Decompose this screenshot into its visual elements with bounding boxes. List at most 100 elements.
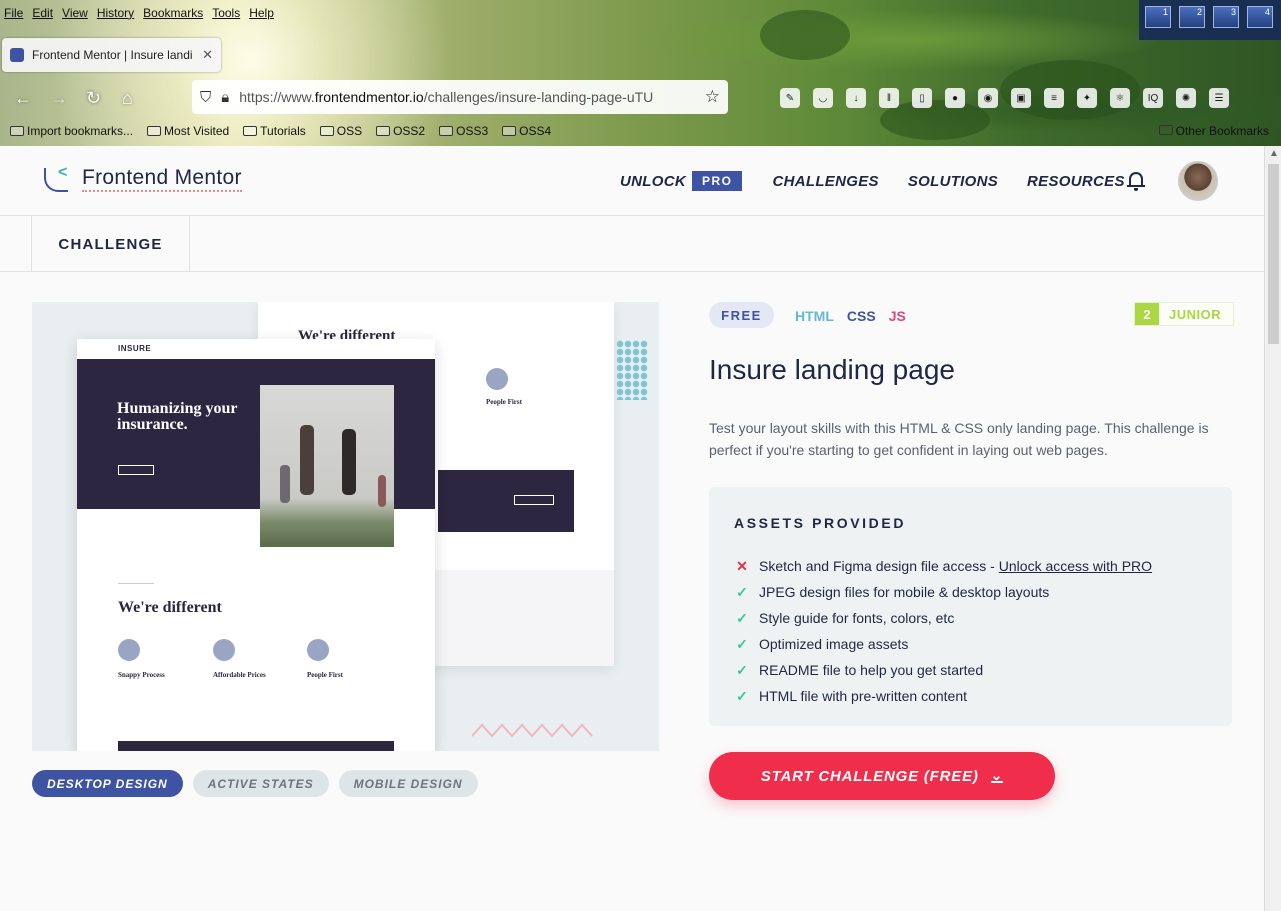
menu-bookmarks[interactable]: Bookmarks xyxy=(143,6,203,20)
react-icon[interactable]: ⚛ xyxy=(1110,88,1130,108)
notes-icon[interactable]: ≡ xyxy=(1044,88,1064,108)
tab-challenge[interactable]: CHALLENGE xyxy=(31,216,190,272)
menu-edit[interactable]: Edit xyxy=(32,6,53,20)
nav-resources[interactable]: RESOURCES xyxy=(1027,173,1125,190)
start-challenge-button[interactable]: START CHALLENGE (FREE) ⌄ xyxy=(709,752,1055,800)
menu-history[interactable]: History xyxy=(97,6,134,20)
preview-front-bottom-band xyxy=(118,741,394,751)
scrollbar-thumb[interactable] xyxy=(1268,164,1279,344)
scroll-up-icon[interactable]: ▲ xyxy=(1269,148,1279,159)
url-text[interactable]: https://www.frontendmentor.io/challenges… xyxy=(239,89,697,105)
site-logo[interactable]: < Frontend Mentor xyxy=(44,164,242,194)
feature-label: Affordable Prices xyxy=(213,671,266,679)
nav-solutions[interactable]: SOLUTIONS xyxy=(908,173,998,190)
lock-icon[interactable]: 🔒︎ xyxy=(221,89,229,106)
check-icon: ✓ xyxy=(736,687,748,704)
list-item: ✓ JPEG design files for mobile & desktop… xyxy=(734,579,1152,605)
start-challenge-label: START CHALLENGE (FREE) xyxy=(760,767,979,785)
menu-file[interactable]: File xyxy=(4,6,23,20)
bookmark-tutorials[interactable]: Tutorials xyxy=(243,124,306,138)
menu-view[interactable]: View xyxy=(62,6,88,20)
other-bookmarks[interactable]: Other Bookmarks xyxy=(1158,124,1269,138)
desktop-4-icon[interactable]: 4 xyxy=(1247,6,1273,28)
preview-front-heading: We're different xyxy=(118,599,222,616)
avatar[interactable] xyxy=(1178,161,1218,201)
bookmark-most-visited[interactable]: Most Visited xyxy=(147,124,229,138)
tag-mobile-design[interactable]: MOBILE DESIGN xyxy=(338,770,478,797)
unlock-pro-link[interactable]: Unlock access with PRO xyxy=(999,558,1152,574)
download-icon[interactable]: ↓ xyxy=(846,88,866,108)
reload-icon[interactable]: ↻ xyxy=(86,88,101,109)
asset-text: Optimized image assets xyxy=(759,636,909,652)
nav-challenges[interactable]: CHALLENGES xyxy=(772,173,878,190)
browser-tab[interactable]: Frontend Mentor | Insure landi ✕ xyxy=(2,38,221,72)
twd-icon[interactable]: ● xyxy=(945,88,965,108)
color-icon[interactable]: ✺ xyxy=(1176,88,1196,108)
pocket-icon[interactable]: ◡ xyxy=(813,88,833,108)
lightning-icon xyxy=(118,639,140,661)
bookmark-oss3[interactable]: OSS3 xyxy=(439,124,488,138)
list-item: ✓ Optimized image assets xyxy=(734,631,1152,657)
address-bar[interactable]: ⛉ 🔒︎ https://www.frontendmentor.io/chall… xyxy=(192,80,728,114)
tab-title: Frontend Mentor | Insure landi xyxy=(32,48,193,62)
challenge-description: Test your layout skills with this HTML &… xyxy=(709,420,1209,458)
asset-text: Style guide for fonts, colors, etc xyxy=(759,610,955,626)
assets-list: ✕ Sketch and Figma design file access - … xyxy=(734,553,1152,709)
assets-panel: ASSETS PROVIDED ✕ Sketch and Figma desig… xyxy=(709,487,1232,726)
logo-icon: < xyxy=(44,164,74,194)
menu-bar: File Edit View History Bookmarks Tools H… xyxy=(4,6,274,20)
download-icon: ⌄ xyxy=(990,766,1004,783)
eyedropper-icon[interactable]: ✎ xyxy=(780,88,800,108)
puzzle-icon[interactable]: ✦ xyxy=(1077,88,1097,108)
bookmark-oss2[interactable]: OSS2 xyxy=(376,124,425,138)
bookmarks-bar: Import bookmarks... Most Visited Tutoria… xyxy=(10,124,551,138)
challenge-title: Insure landing page xyxy=(709,354,955,385)
shield-icon[interactable]: ⛉ xyxy=(200,89,211,106)
desktop-1-icon[interactable]: 1 xyxy=(1145,6,1171,28)
pro-badge[interactable]: PRO xyxy=(691,171,743,191)
library-icon[interactable]: ‖ xyxy=(879,88,899,108)
main-nav: UNLOCK PRO CHALLENGES SOLUTIONS RESOURCE… xyxy=(620,171,1154,191)
bookmark-import[interactable]: Import bookmarks... xyxy=(10,124,133,138)
nav-unlock[interactable]: UNLOCK xyxy=(620,173,686,190)
picture-icon[interactable]: ▣ xyxy=(1011,88,1031,108)
bookmark-star-icon[interactable]: ☆ xyxy=(705,87,720,107)
bell-icon[interactable] xyxy=(1126,170,1146,192)
bookmark-oss4[interactable]: OSS4 xyxy=(502,124,551,138)
feature-label: Snappy Process xyxy=(118,671,165,679)
folder-icon xyxy=(1158,125,1173,135)
preview-front-page: INSURE Humanizing your insurance. We're … xyxy=(77,339,435,751)
back-icon[interactable]: ← xyxy=(14,88,32,109)
close-tab-icon[interactable]: ✕ xyxy=(202,47,213,63)
design-preview-image[interactable]: We're different People First INSURE Huma… xyxy=(32,302,659,751)
preview-family-photo xyxy=(260,385,394,547)
preview-zigzag-pattern xyxy=(472,723,593,738)
lang-css: CSS xyxy=(846,308,876,324)
iq-icon[interactable]: IQ xyxy=(1143,88,1163,108)
site-header: < Frontend Mentor UNLOCK PRO CHALLENGES … xyxy=(0,146,1264,216)
cross-icon: ✕ xyxy=(736,557,748,574)
tag-desktop-design[interactable]: DESKTOP DESIGN xyxy=(32,770,183,797)
preview-front-hero-title: Humanizing your insurance. xyxy=(117,400,238,433)
list-item: ✓ HTML file with pre-written content xyxy=(734,683,1152,709)
assets-title: ASSETS PROVIDED xyxy=(734,515,907,531)
asset-text: JPEG design files for mobile & desktop l… xyxy=(759,584,1050,600)
bookmark-oss[interactable]: OSS xyxy=(319,124,362,138)
folder-icon xyxy=(376,126,391,136)
menu-help[interactable]: Help xyxy=(249,6,274,20)
desktop-2-icon[interactable]: 2 xyxy=(1179,6,1205,28)
person-icon xyxy=(486,368,508,390)
sidebar-icon[interactable]: ▯ xyxy=(912,88,932,108)
tag-active-states[interactable]: ACTIVE STATES xyxy=(192,770,329,797)
menu-icon[interactable]: ☰ xyxy=(1209,88,1229,108)
web-page: < Frontend Mentor UNLOCK PRO CHALLENGES … xyxy=(0,146,1264,911)
forward-icon[interactable]: → xyxy=(50,88,68,109)
menu-tools[interactable]: Tools xyxy=(212,6,240,20)
wallpaper-leaf xyxy=(760,10,850,60)
desktop-3-icon[interactable]: 3 xyxy=(1213,6,1239,28)
globe-icon[interactable]: ◉ xyxy=(978,88,998,108)
page-scrollbar[interactable]: ▲ xyxy=(1264,146,1281,911)
home-icon[interactable]: ⌂ xyxy=(122,88,133,109)
list-item: ✓ README file to help you get started xyxy=(734,657,1152,683)
person-icon xyxy=(307,639,329,661)
